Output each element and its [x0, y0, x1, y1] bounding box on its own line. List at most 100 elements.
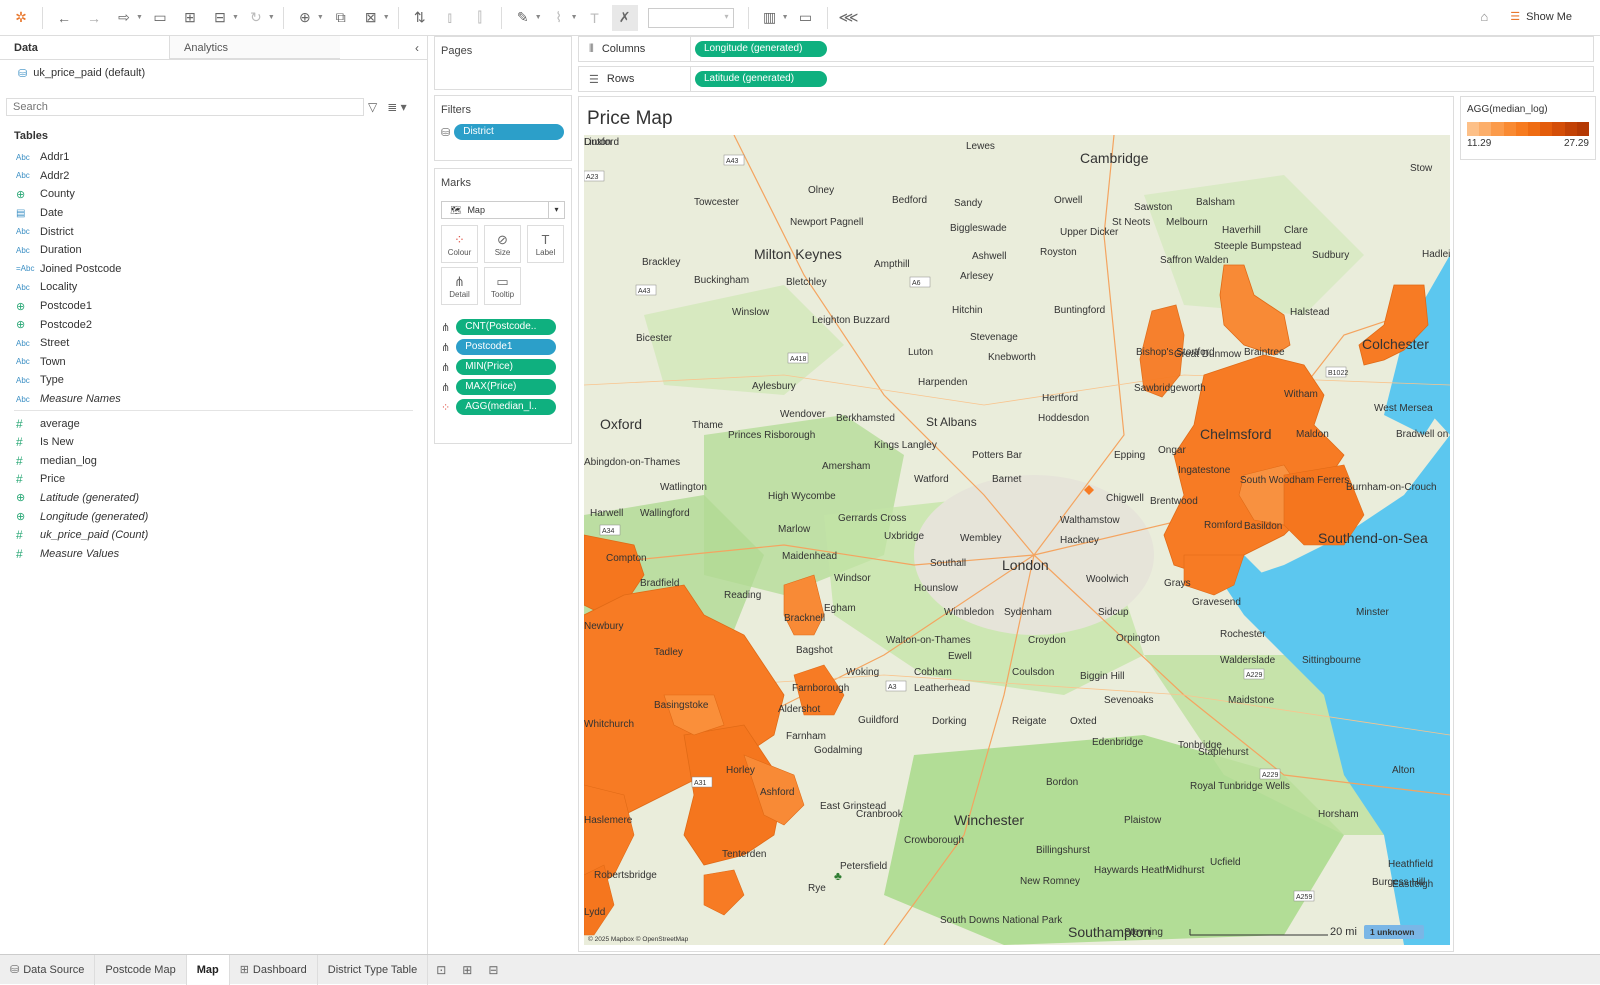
mark-pill-row: ⋔ CNT(Postcode..	[441, 319, 565, 335]
field-item[interactable]: ⊕ Postcode1	[0, 297, 427, 316]
filter-icon[interactable]: ▽	[368, 100, 377, 114]
field-item[interactable]: Abc District	[0, 222, 427, 241]
field-item[interactable]: # average	[0, 414, 427, 433]
field-item[interactable]: ⊕ Longitude (generated)	[0, 507, 427, 526]
sort-descending-icon[interactable]: ⫿	[467, 5, 493, 31]
data-pane-tabs: Data Analytics ‹	[0, 36, 427, 60]
show-me-button[interactable]: ⌂ ☰ Show Me	[1480, 9, 1572, 24]
tab-map[interactable]: Map	[186, 954, 230, 985]
show-cards-icon[interactable]: ▥	[757, 5, 783, 31]
save-icon[interactable]: ▭	[147, 5, 173, 31]
swap-axes-icon[interactable]: ⇅	[407, 5, 433, 31]
collapse-pane-icon[interactable]: ‹	[407, 36, 427, 59]
sort-ascending-icon[interactable]: ⫾	[437, 5, 463, 31]
field-item[interactable]: =Abc Joined Postcode	[0, 260, 427, 279]
new-dashboard-icon[interactable]: ⊞	[454, 963, 480, 977]
tab-district-type-table[interactable]: District Type Table	[318, 954, 429, 985]
place-label: Brentwood	[1150, 496, 1198, 507]
measure-field-icon: #	[16, 546, 23, 561]
mark-pill-agg-median-log[interactable]: AGG(median_l..	[456, 399, 557, 415]
place-label: Chigwell	[1106, 493, 1144, 504]
tooltip-button[interactable]: ▭ Tooltip	[484, 267, 521, 305]
clear-sheet-icon[interactable]: ⊠	[358, 5, 384, 31]
new-story-icon[interactable]: ⊟	[480, 963, 506, 977]
mark-pill-min-price[interactable]: MIN(Price)	[456, 359, 557, 375]
field-name: Addr1	[40, 151, 70, 164]
colour-button[interactable]: ⁘ Colour	[441, 225, 478, 263]
place-label: Sudbury	[1312, 250, 1349, 261]
field-item[interactable]: # uk_price_paid (Count)	[0, 526, 427, 545]
tab-analytics[interactable]: Analytics	[170, 36, 340, 59]
tab-postcode-map[interactable]: Postcode Map	[95, 954, 187, 985]
pin-icon[interactable]: ⌂	[1480, 9, 1488, 24]
unknown-badge-label: 1 unknown	[1370, 927, 1414, 937]
field-item[interactable]: Abc Town	[0, 353, 427, 372]
filter-pill-district[interactable]: District	[454, 124, 565, 140]
refresh-icon[interactable]: ↻	[243, 5, 269, 31]
field-item[interactable]: # Price	[0, 470, 427, 489]
field-item[interactable]: Abc Addr1	[0, 148, 427, 167]
detail-button[interactable]: ⋔ Detail	[441, 267, 478, 305]
show-labels-icon[interactable]: T	[582, 5, 608, 31]
field-name: Is New	[40, 436, 74, 449]
label-button[interactable]: T Label	[527, 225, 564, 263]
replay-icon[interactable]: ⇨	[111, 5, 137, 31]
map-canvas[interactable]: Cambridge Milton Keynes Oxford St Albans Che…	[584, 135, 1450, 945]
place-label: Farnham	[786, 731, 826, 742]
share-icon[interactable]: ⋘	[836, 5, 862, 31]
field-item[interactable]: Abc Type	[0, 371, 427, 390]
search-input[interactable]	[6, 98, 364, 116]
field-item[interactable]: ⊕ County	[0, 185, 427, 204]
tab-data-source[interactable]: ⛁ Data Source	[0, 954, 96, 985]
group-members-icon[interactable]: ⌇	[546, 5, 572, 31]
colour-icon: ⁘	[441, 401, 451, 414]
place-label: Amersham	[822, 461, 870, 472]
new-worksheet-icon[interactable]: ⊡	[428, 963, 454, 977]
field-item[interactable]: # median_log	[0, 452, 427, 471]
fix-axes-icon[interactable]: ✗	[611, 4, 638, 31]
presentation-mode-icon[interactable]: ▭	[793, 5, 819, 31]
columns-shelf[interactable]: ⦀ Columns Longitude (generated)	[578, 36, 1594, 62]
filters-card[interactable]: Filters ⛁ District	[434, 95, 572, 161]
tab-data[interactable]: Data	[0, 36, 170, 59]
duplicate-sheet-icon[interactable]: ⧉	[328, 5, 354, 31]
field-item[interactable]: # Is New	[0, 433, 427, 452]
mark-type-dropdown[interactable]: 🗺 Map ▾	[441, 201, 565, 219]
tab-dashboard[interactable]: ⊞ Dashboard	[230, 954, 318, 985]
mark-pill-max-price[interactable]: MAX(Price)	[456, 379, 557, 395]
field-item[interactable]: Abc Addr2	[0, 167, 427, 186]
field-item[interactable]: ▤ Date	[0, 204, 427, 223]
field-item[interactable]: Abc Locality	[0, 278, 427, 297]
field-item[interactable]: Abc Street	[0, 334, 427, 353]
new-worksheet-icon[interactable]: ⊕	[292, 5, 318, 31]
filters-label: Filters	[441, 104, 471, 116]
rows-pill-latitude[interactable]: Latitude (generated)	[695, 71, 827, 87]
field-item[interactable]: Abc Duration	[0, 241, 427, 260]
redo-icon[interactable]: →	[81, 5, 107, 31]
colour-legend[interactable]: AGG(median_log) 11.29 27.29	[1460, 96, 1596, 160]
undo-icon[interactable]: ←	[51, 5, 77, 31]
legend-swatch	[1552, 122, 1565, 136]
map-view[interactable]: Cambridge Milton Keynes Oxford St Albans Che…	[584, 135, 1450, 945]
columns-pill-longitude[interactable]: Longitude (generated)	[695, 41, 827, 57]
size-button[interactable]: ⊘ Size	[484, 225, 521, 263]
new-datasource-icon[interactable]: ⊞	[177, 5, 203, 31]
datasource-row[interactable]: ⛁ uk_price_paid (default)	[0, 60, 427, 86]
highlight-icon[interactable]: ✎	[510, 5, 536, 31]
mark-pill-postcode1[interactable]: Postcode1	[456, 339, 557, 355]
view-options-icon[interactable]: ≣ ▾	[387, 100, 406, 114]
place-label: Marlow	[778, 524, 811, 535]
field-item[interactable]: Abc Measure Names	[0, 390, 427, 409]
rows-shelf[interactable]: ☰ Rows Latitude (generated)	[578, 66, 1594, 92]
field-item[interactable]: ⊕ Latitude (generated)	[0, 489, 427, 508]
pause-updates-icon[interactable]: ⊟	[207, 5, 233, 31]
field-item[interactable]: ⊕ Postcode2	[0, 315, 427, 334]
pages-card[interactable]: Pages	[434, 36, 572, 90]
worksheet-view: Price Map Cambridge Milton Keynes Oxford…	[578, 96, 1454, 952]
fit-dropdown[interactable]	[647, 7, 734, 28]
tableau-logo-icon[interactable]: ✲	[8, 5, 34, 31]
mark-pill-cnt-postcode[interactable]: CNT(Postcode..	[456, 319, 557, 335]
place-label: Hertford	[1042, 393, 1078, 404]
place-label: Princes Risborough	[728, 430, 815, 441]
field-item[interactable]: # Measure Values	[0, 544, 427, 563]
